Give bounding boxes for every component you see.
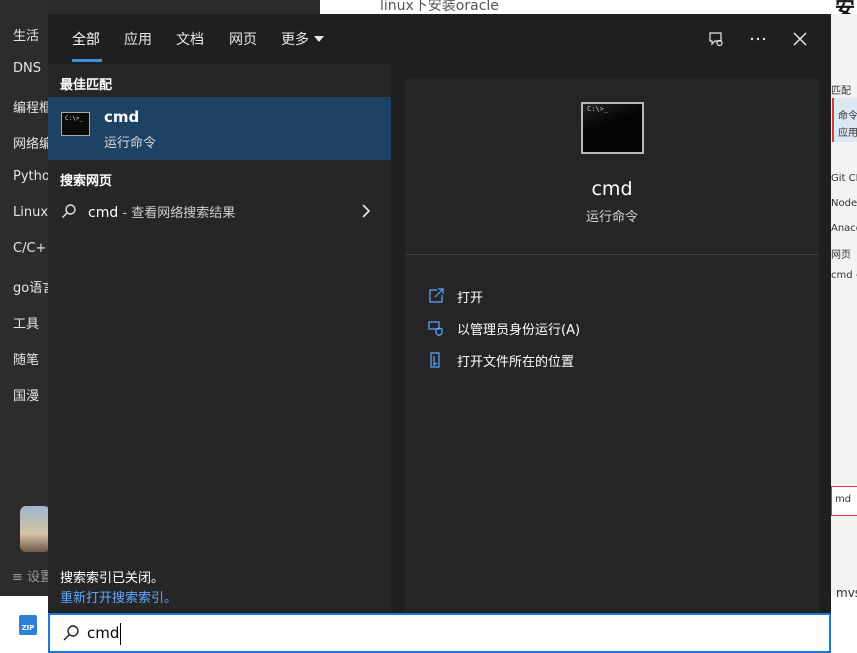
bg-right-fragment: Anaco: [831, 223, 857, 234]
search-icon: [63, 625, 79, 641]
chevron-down-icon: [314, 36, 324, 42]
run-as-admin-label: 以管理员身份运行(A): [457, 323, 581, 338]
detail-pane: C:\>_ cmd 运行命令 打开 以管理员身份运行(A) 打开文件所在的位置: [405, 78, 819, 613]
feedback-icon[interactable]: [704, 27, 728, 51]
web-search-heading: 搜索网页: [60, 174, 113, 189]
text-caret: [120, 623, 121, 645]
more-options-icon[interactable]: [746, 27, 770, 51]
best-match-name: cmd: [104, 108, 140, 126]
open-file-location-action[interactable]: 打开文件所在的位置: [427, 348, 807, 372]
detail-app-type: 运行命令: [585, 210, 638, 225]
results-pane: 最佳匹配 C:\>_ cmd 运行命令 搜索网页 cmd - 查看网络搜索结果 …: [48, 64, 391, 613]
cmd-app-icon: C:\>_: [61, 112, 90, 136]
bg-category-item[interactable]: Linux: [13, 205, 48, 220]
web-search-item[interactable]: cmd - 查看网络搜索结果: [48, 198, 391, 228]
index-status-text: 搜索索引已关闭。: [60, 571, 165, 586]
start-search-panel: 全部 应用 文档 网页 更多 最佳匹配 C:\>_ cmd 运行命令 搜索网页 …: [48, 14, 831, 613]
admin-shield-icon: [428, 321, 443, 337]
zip-icon[interactable]: ZIP: [19, 615, 37, 635]
avatar[interactable]: [20, 506, 50, 552]
bg-category-item[interactable]: C/C+: [13, 241, 46, 256]
bg-right-fragment: 网页: [831, 250, 851, 261]
close-icon[interactable]: [788, 27, 812, 51]
search-icon: [62, 204, 76, 218]
bg-right-fragment: 命令: [838, 111, 857, 122]
open-icon: [429, 288, 444, 303]
chevron-right-icon[interactable]: [360, 203, 372, 219]
bg-article-title[interactable]: linux下安装oracle: [380, 0, 499, 15]
bg-category-item[interactable]: 编程框: [13, 97, 52, 116]
detail-app-name: cmd: [591, 178, 633, 200]
bg-category-item[interactable]: 生活: [13, 25, 39, 44]
search-box[interactable]: [48, 613, 831, 653]
web-search-query: cmd: [88, 205, 119, 221]
bg-category-item[interactable]: Pytho: [13, 169, 50, 184]
tab-all[interactable]: 全部: [72, 29, 100, 49]
open-action[interactable]: 打开: [427, 284, 807, 308]
bg-category-item[interactable]: 工具: [13, 313, 39, 332]
bg-right-fragment: 匹配: [831, 86, 851, 97]
tab-web[interactable]: 网页: [229, 29, 257, 49]
best-match-heading: 最佳匹配: [60, 78, 113, 93]
search-input[interactable]: [87, 618, 787, 648]
bg-category-item[interactable]: 国漫: [13, 385, 39, 404]
reenable-index-link[interactable]: 重新打开搜索索引。: [60, 587, 177, 606]
bg-right-fragment: cmd -: [831, 270, 857, 281]
open-file-location-label: 打开文件所在的位置: [457, 355, 575, 370]
bg-category-item[interactable]: 随笔: [13, 349, 39, 368]
best-match-type: 运行命令: [104, 136, 157, 151]
open-label: 打开: [457, 291, 484, 306]
run-as-admin-action[interactable]: 以管理员身份运行(A): [427, 316, 807, 340]
bg-category-item[interactable]: 网络编: [13, 133, 52, 152]
file-location-icon: [430, 352, 440, 368]
cmd-large-icon: C:\>_: [581, 102, 644, 154]
bg-settings-link[interactable]: ≡ 设置: [12, 566, 53, 585]
bg-right-fragment: Node: [831, 198, 857, 209]
bg-right-fragment: mvs: [836, 586, 857, 600]
bg-right-fragment: 应用: [838, 128, 857, 139]
best-match-item[interactable]: C:\>_ cmd 运行命令: [48, 97, 391, 160]
tab-more-label: 更多: [281, 32, 309, 48]
divider: [405, 254, 819, 255]
tab-documents[interactable]: 文档: [176, 29, 204, 49]
bg-category-item[interactable]: DNS: [13, 61, 41, 76]
tab-more[interactable]: 更多: [281, 29, 324, 49]
bg-right-fragment: Git CM: [831, 173, 857, 184]
tab-apps[interactable]: 应用: [124, 29, 152, 49]
web-search-suffix: - 查看网络搜索结果: [118, 206, 236, 221]
bg-right-fragment: md: [835, 494, 852, 505]
search-header: 全部 应用 文档 网页 更多: [48, 14, 831, 64]
active-tab-indicator: [72, 59, 102, 62]
